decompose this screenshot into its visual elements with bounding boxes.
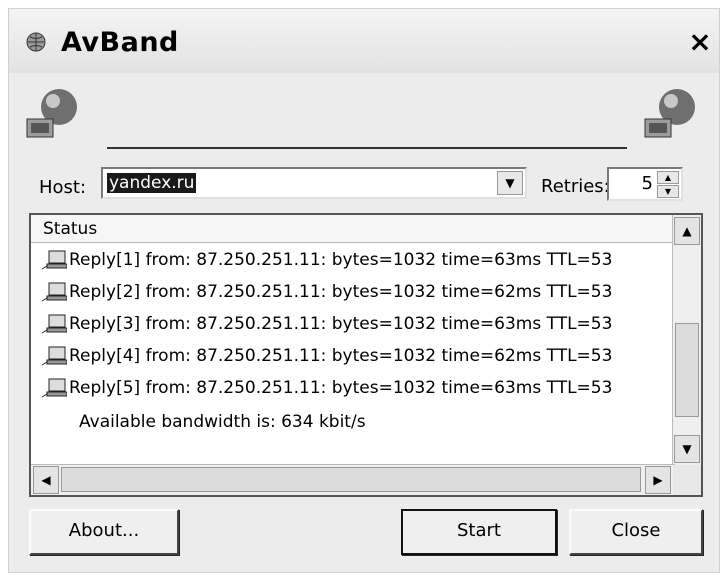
scrollbar-corner bbox=[673, 465, 701, 495]
list-item[interactable]: Reply[4] from: 87.250.251.11: bytes=1032… bbox=[41, 341, 612, 371]
avband-window: AvBand × Host: yandex.ru ▼ Retries: 5 ▲ … bbox=[8, 8, 720, 573]
horizontal-scrollbar[interactable]: ◀ ▶ bbox=[31, 464, 675, 495]
retries-label: Retries: bbox=[541, 176, 610, 197]
title-bar[interactable]: AvBand × bbox=[9, 9, 719, 73]
retries-value[interactable]: 5 bbox=[642, 173, 653, 194]
close-button[interactable]: Close bbox=[569, 509, 703, 555]
host-dropdown-button[interactable]: ▼ bbox=[497, 171, 523, 195]
scroll-right-button[interactable]: ▶ bbox=[645, 466, 671, 494]
vertical-scroll-thumb[interactable] bbox=[675, 323, 699, 417]
scroll-left-button[interactable]: ◀ bbox=[33, 466, 59, 494]
bandwidth-summary: Available bandwidth is: 634 kbit/s bbox=[79, 412, 366, 432]
computer-globe-icon-right bbox=[644, 89, 695, 138]
start-button[interactable]: Start bbox=[401, 509, 557, 555]
scroll-up-button[interactable]: ▲ bbox=[674, 217, 700, 245]
window-title: AvBand bbox=[61, 27, 179, 58]
retries-up-button[interactable]: ▲ bbox=[657, 171, 679, 184]
retries-spinbox[interactable]: 5 ▲ ▼ bbox=[607, 167, 683, 201]
vertical-scrollbar[interactable]: ▲ ▼ bbox=[672, 215, 701, 465]
computer-icon bbox=[41, 282, 67, 302]
list-item[interactable]: Reply[5] from: 87.250.251.11: bytes=1032… bbox=[41, 373, 612, 403]
host-combobox[interactable]: yandex.ru ▼ bbox=[101, 167, 527, 199]
globe-icon bbox=[26, 32, 46, 52]
host-label: Host: bbox=[39, 177, 87, 198]
list-item[interactable]: Reply[3] from: 87.250.251.11: bytes=1032… bbox=[41, 309, 612, 339]
close-window-button[interactable]: × bbox=[685, 27, 715, 57]
computer-icon bbox=[41, 314, 67, 334]
status-column-header[interactable]: Status bbox=[31, 215, 675, 243]
horizontal-scroll-thumb[interactable] bbox=[61, 467, 641, 492]
scroll-down-button[interactable]: ▼ bbox=[674, 435, 700, 463]
status-list[interactable]: Status Reply[1] from: 87.250.251.11: byt… bbox=[29, 213, 703, 497]
list-item[interactable]: Reply[1] from: 87.250.251.11: bytes=1032… bbox=[41, 245, 612, 275]
host-input-value[interactable]: yandex.ru bbox=[107, 173, 197, 193]
list-item[interactable]: Reply[2] from: 87.250.251.11: bytes=1032… bbox=[41, 277, 612, 307]
computer-globe-icon-left bbox=[26, 89, 77, 138]
computer-icon bbox=[41, 250, 67, 270]
about-button[interactable]: About... bbox=[29, 509, 179, 555]
network-link-line bbox=[107, 147, 627, 149]
computer-icon bbox=[41, 346, 67, 366]
retries-down-button[interactable]: ▼ bbox=[657, 185, 679, 198]
computer-icon bbox=[41, 378, 67, 398]
